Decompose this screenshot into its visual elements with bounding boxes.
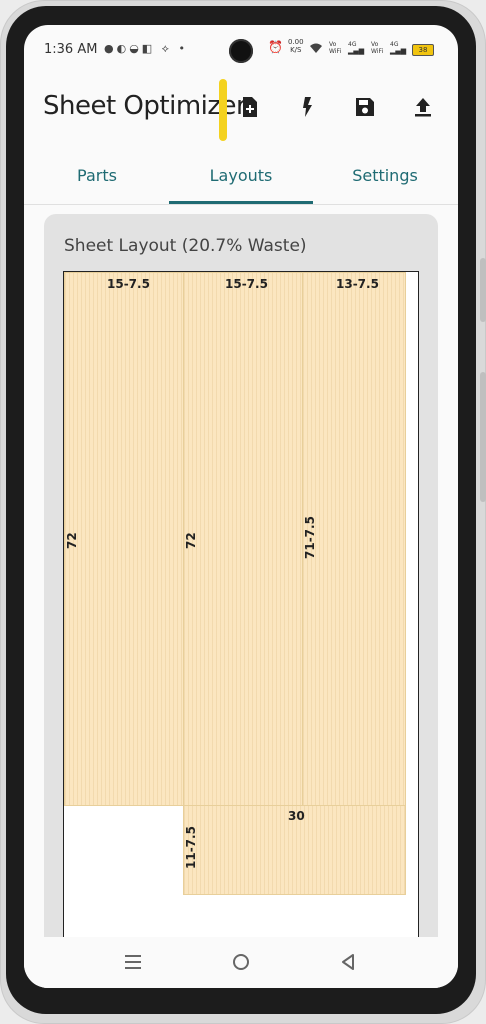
signal-icon: ▂▄▆ [348, 47, 365, 55]
battery-icon: 38 [412, 44, 434, 56]
speed-unit: K/S [290, 46, 302, 54]
text-cursor [219, 79, 227, 141]
part-3[interactable]: 13-7.5 71-7.5 [302, 272, 406, 806]
tab-bar: Parts Layouts Settings [24, 147, 458, 205]
notification-icons: ●◐◒◧ ⟡ • [104, 42, 188, 55]
front-camera [229, 39, 253, 63]
volume-button [480, 258, 486, 322]
part-2-height-label: 72 [184, 532, 198, 549]
wifi-icon [309, 39, 323, 58]
sim2-status: Vo WiFi [371, 41, 387, 55]
upload-icon[interactable] [411, 95, 435, 119]
sim1-label: Vo WiFi [329, 41, 342, 55]
part-1[interactable]: 15-7.5 72 [64, 272, 184, 806]
speed-value: 0.00 [288, 38, 304, 46]
part-1-height-label: 72 [65, 532, 79, 549]
sim1-network: 4G ▂▄▆ [348, 41, 364, 55]
card-title: Sheet Layout (20.7% Waste) [64, 236, 307, 256]
signal-icon: ▂▄▆ [390, 47, 407, 55]
home-icon[interactable] [228, 949, 254, 975]
system-nav-bar [24, 937, 458, 988]
sheet-canvas: 15-7.5 72 15-7.5 72 13-7.5 71-7.5 30 11-… [63, 271, 419, 973]
sim1-status: Vo WiFi [329, 41, 345, 55]
sheet-layout-card: Sheet Layout (20.7% Waste) 15-7.5 72 15-… [44, 214, 438, 988]
network-speed: 0.00 K/S [288, 38, 304, 54]
status-time: 1:36 AM [44, 42, 98, 57]
back-icon[interactable] [335, 949, 361, 975]
part-3-width-label: 13-7.5 [336, 277, 379, 291]
new-file-icon[interactable] [238, 95, 262, 119]
recents-icon[interactable] [120, 949, 146, 975]
status-bar: 1:36 AM ●◐◒◧ ⟡ • ⏰ 0.00 K/S Vo WiFi 4G ▂… [24, 25, 458, 73]
sim2-label: Vo WiFi [371, 41, 384, 55]
power-button [480, 372, 486, 502]
tab-indicator [169, 201, 313, 204]
tab-parts[interactable]: Parts [25, 147, 169, 204]
part-2[interactable]: 15-7.5 72 [183, 272, 303, 806]
part-1-width-label: 15-7.5 [107, 277, 150, 291]
tab-settings[interactable]: Settings [313, 147, 457, 204]
app-title: Sheet Optimizer [43, 91, 247, 121]
part-4[interactable]: 30 11-7.5 [183, 805, 406, 895]
part-4-height-label: 11-7.5 [184, 826, 198, 869]
screen: 1:36 AM ●◐◒◧ ⟡ • ⏰ 0.00 K/S Vo WiFi 4G ▂… [24, 25, 458, 988]
alarm-icon: ⏰ [268, 40, 283, 54]
save-icon[interactable] [353, 95, 377, 119]
part-4-width-label: 30 [288, 809, 305, 823]
sim2-network: 4G ▂▄▆ [390, 41, 406, 55]
app-bar: Sheet Optimizer [24, 73, 458, 147]
tab-layouts[interactable]: Layouts [169, 147, 313, 204]
part-2-width-label: 15-7.5 [225, 277, 268, 291]
flash-icon[interactable] [296, 95, 320, 119]
part-3-height-label: 71-7.5 [303, 516, 317, 559]
